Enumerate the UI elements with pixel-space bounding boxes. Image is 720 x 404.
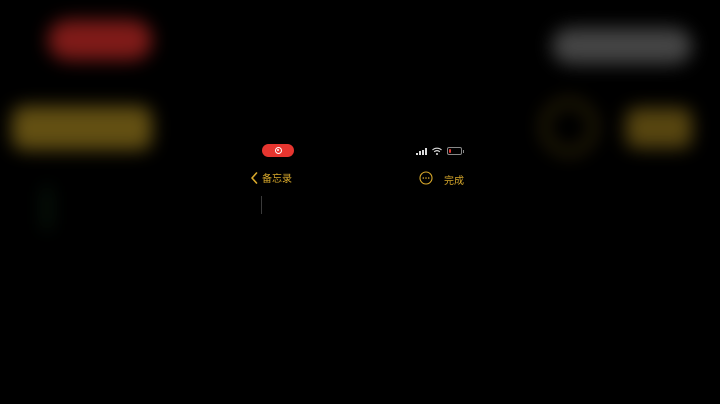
blurred-more-button	[542, 100, 596, 154]
screen-record-indicator[interactable]	[262, 144, 294, 157]
blurred-status-icons	[552, 28, 692, 64]
back-button-label: 备忘录	[262, 174, 292, 185]
battery-level-fill	[449, 149, 452, 153]
ellipsis-circle-icon[interactable]	[419, 171, 433, 185]
chevron-left-icon	[251, 171, 258, 184]
cellular-signal-icon	[416, 147, 427, 155]
note-editor[interactable]	[260, 196, 460, 396]
wifi-icon	[432, 147, 442, 155]
blurred-back-button	[12, 106, 152, 150]
blurred-done-button	[626, 108, 692, 148]
text-cursor	[261, 196, 262, 214]
navigation-bar: 备忘录 完成	[250, 170, 470, 188]
status-icons	[416, 147, 464, 155]
screen-record-icon	[274, 147, 282, 154]
back-button[interactable]: 备忘录	[250, 170, 292, 185]
phone-screen: 备忘录 完成	[250, 140, 470, 404]
blurred-cursor	[44, 186, 50, 230]
blurred-record-pill	[48, 20, 152, 60]
status-bar	[250, 140, 470, 162]
battery-low-icon	[447, 147, 464, 155]
done-button[interactable]: 完成	[444, 172, 464, 187]
